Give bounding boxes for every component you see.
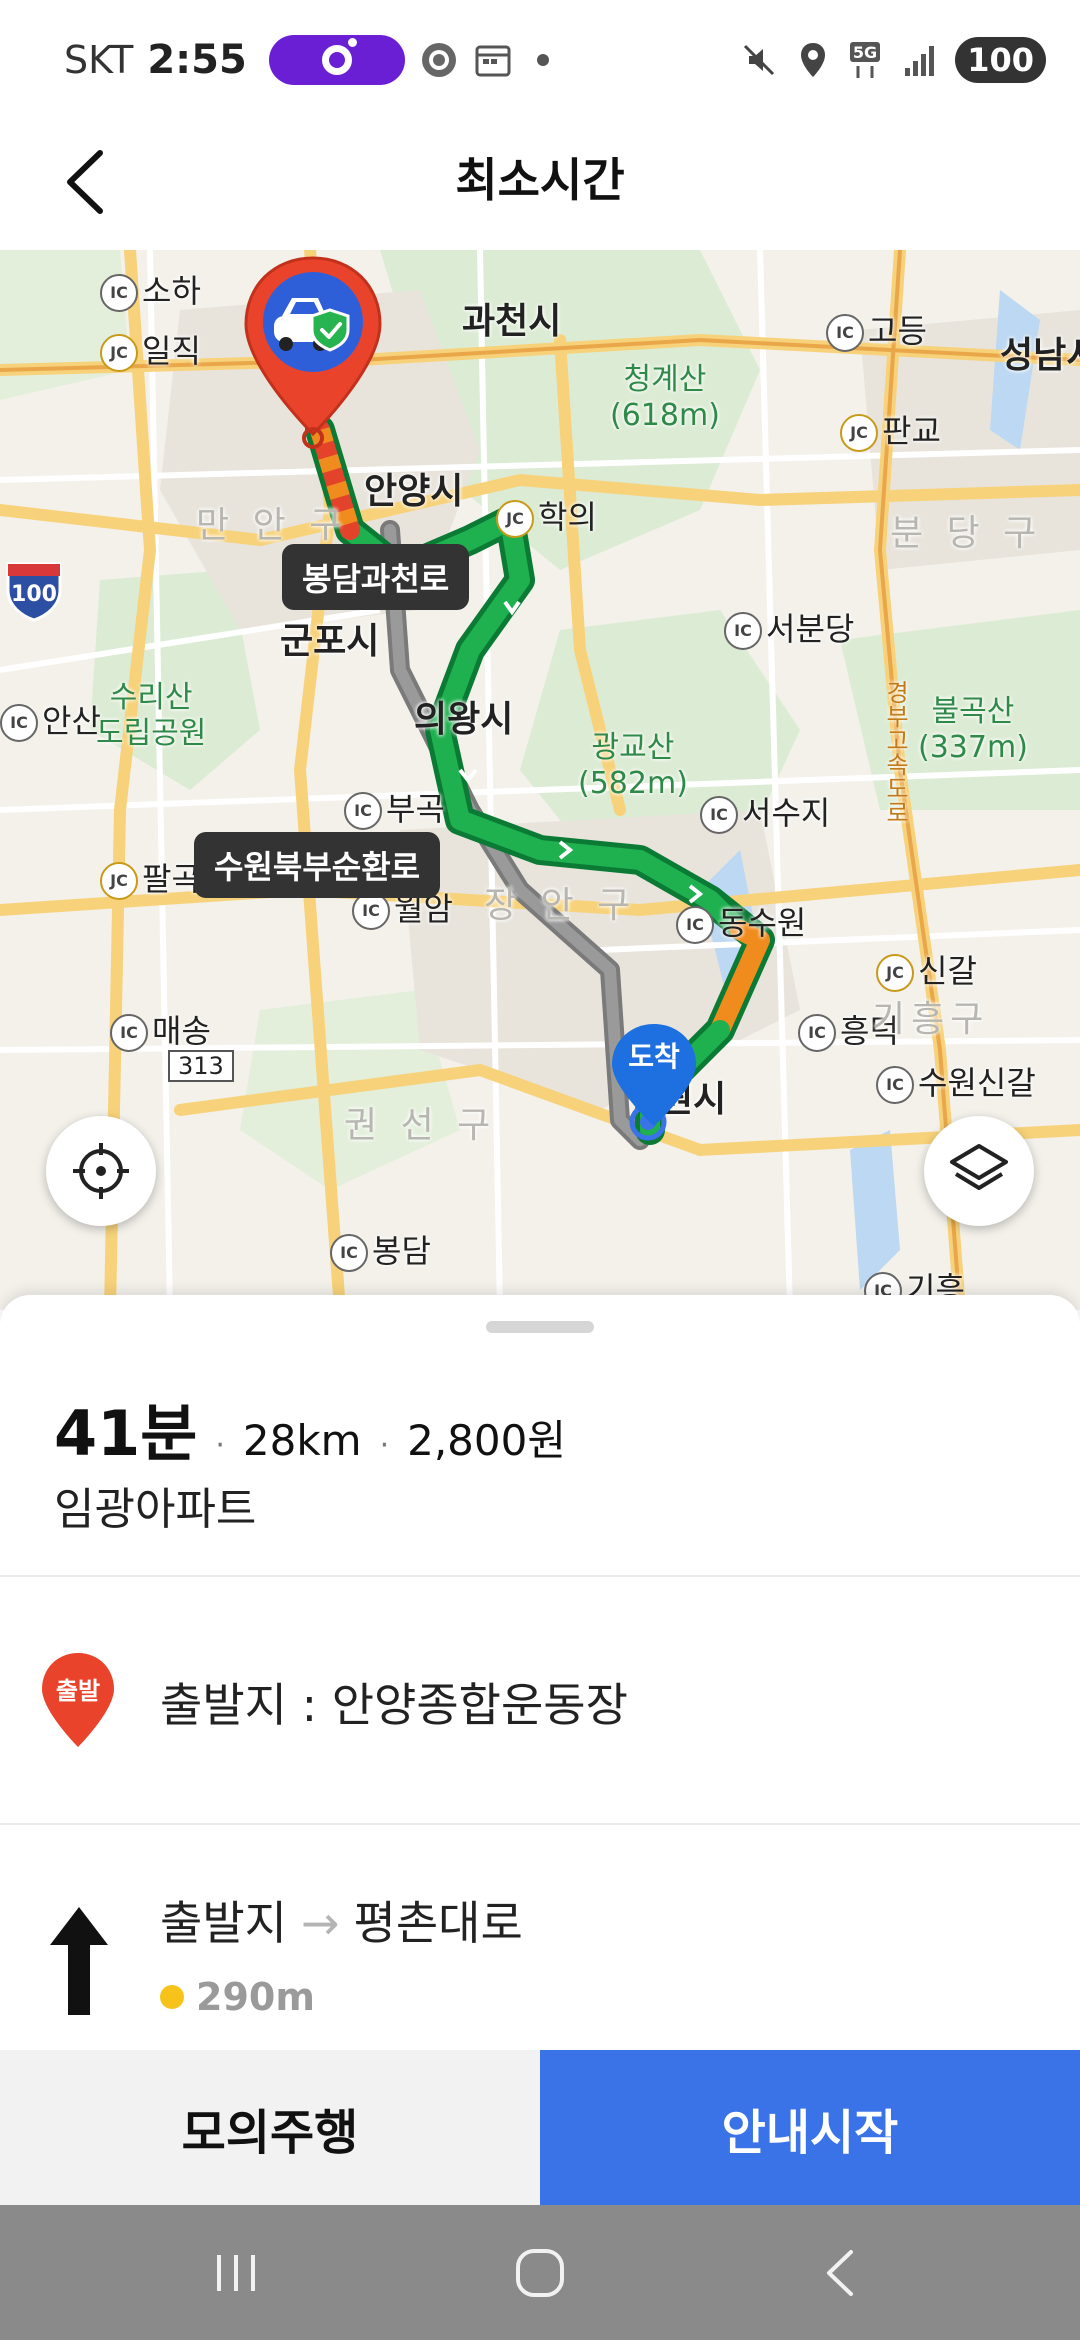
separator-dot: · (379, 1428, 390, 1463)
arrow-up-icon (50, 1907, 108, 2015)
highway-shield-icon: 100 (4, 560, 64, 622)
system-nav-bar (0, 2205, 1080, 2340)
origin-row[interactable]: 출발 출발지 : 안양종합운동장 (0, 1577, 1080, 1823)
map-ic-bongdam: IC 봉담 (330, 1226, 431, 1272)
arrival-badge: 도착 (628, 1040, 680, 1073)
app-header: 최소시간 (0, 118, 1080, 250)
map-district-jangan: 장 안 구 (484, 885, 637, 926)
step-distance: 290m (160, 1975, 315, 2019)
clock: 2:55 (147, 37, 247, 83)
map-ic-seobundang: IC 서분당 (724, 604, 854, 650)
notification-dot-icon (536, 54, 549, 66)
map-ic-dongsuwon: IC 동수원 (676, 898, 806, 944)
map-label-uiwang: 의왕시 (414, 699, 514, 740)
map-ic-maesong: IC 매송 (110, 1006, 211, 1052)
step-from: 출발지 (160, 1896, 287, 1950)
calendar-icon (473, 40, 513, 80)
destination-name: 임광아파트 (54, 1484, 257, 1535)
home-button[interactable] (500, 2235, 580, 2311)
current-location-button[interactable] (46, 1116, 156, 1226)
origin-label: 출발지 : 안양종합운동장 (160, 1678, 628, 1732)
app-activity-icon (268, 35, 405, 85)
map-district-manan: 만 안 구 (196, 505, 349, 546)
page-title: 최소시간 (455, 153, 625, 207)
map-label-expressway: 경부고속도로 (881, 680, 909, 824)
map-label-gwacheon: 과천시 (462, 301, 562, 342)
map-park-surisan: 수리산 도립공원 (96, 680, 207, 751)
recents-button[interactable] (196, 2235, 276, 2311)
battery-indicator: 100 (955, 37, 1046, 83)
map-ic-soha: IC 소하 (100, 266, 201, 312)
start-guidance-button[interactable]: 안내시작 (540, 2050, 1080, 2205)
map-jc-palgok: JC 팔곡 (100, 854, 201, 900)
system-back-button[interactable] (800, 2235, 880, 2311)
separator-dot: · (215, 1428, 225, 1463)
map-district-bundang: 분 당 구 (890, 513, 1043, 554)
svg-text:5G: 5G (853, 43, 877, 62)
map-mountain-cheonggye: 청계산 (618m) (610, 362, 720, 433)
map-layers-button[interactable] (924, 1116, 1034, 1226)
road-tag-suwon-north-ring: 수원북부순환로 (194, 832, 441, 898)
map-jc-pangyo: JC 판교 (840, 406, 941, 452)
map-ic-godeung: IC 고등 (826, 306, 927, 352)
crosshair-icon (73, 1143, 129, 1199)
route-info-sheet[interactable]: 41분 · 28km · 2,800원 임광아파트 출발 출발지 : 안양종합운… (0, 1295, 1080, 2055)
back-chevron-icon (827, 2250, 853, 2296)
map-ic-suwonsingal: IC 수원신갈 (876, 1058, 1036, 1104)
traffic-dot-icon (160, 1985, 184, 2009)
network-5g-icon: 5G (847, 40, 887, 80)
carrier-label: SKT (64, 38, 134, 82)
direction-step-row[interactable]: 출발지 → 평촌대로 290m (0, 1825, 1080, 2055)
route-map[interactable]: 과천시 안양시 군포시 의왕시 원시 성남시 IC소하 JC일직 JC학의 IC… (0, 250, 1080, 1310)
car-shield-icon (244, 256, 382, 449)
map-ic-ansan: IC 안산 (0, 696, 101, 742)
origin-badge: 출발 (55, 1677, 101, 1705)
recents-icon (217, 2255, 255, 2291)
simulate-drive-button[interactable]: 모의주행 (0, 2050, 540, 2205)
signal-icon (901, 40, 941, 80)
map-jc-ilsik: JC 일직 (100, 326, 201, 372)
map-label-seongnam: 성남시 (1000, 335, 1080, 376)
map-label-gunpo: 군포시 (280, 621, 380, 662)
location-icon (793, 40, 833, 80)
arrow-right-icon: → (300, 1896, 340, 1950)
map-district-gwonseon: 권 선 구 (344, 1105, 497, 1146)
map-mountain-bulgok: 불곡산 (337m) (918, 694, 1028, 765)
map-jc-singal: JC 신갈 (876, 946, 977, 992)
road-tag-bongdam-gwacheon: 봉담과천로 (282, 544, 470, 610)
origin-car-pin[interactable] (238, 254, 388, 450)
step-to: 평촌대로 (353, 1896, 523, 1950)
mute-icon (739, 40, 779, 80)
road-313-sign: 313 (168, 1050, 234, 1082)
sheet-drag-handle[interactable] (486, 1321, 594, 1333)
map-ic-seosuji: IC 서수지 (700, 788, 830, 834)
layers-icon (950, 1144, 1008, 1190)
route-toll: 2,800원 (407, 1416, 566, 1465)
starbucks-icon (419, 40, 459, 80)
map-mountain-gwanggyo: 광교산 (582m) (578, 730, 688, 801)
map-jc-hakui: JC 학의 (496, 492, 597, 538)
route-time: 41분 (54, 1397, 198, 1470)
map-ic-bugok: IC 부곡 (344, 784, 445, 830)
action-bar: 모의주행 안내시작 (0, 2050, 1080, 2205)
status-bar: SKT 2:55 5G 100 (0, 0, 1080, 118)
home-icon (516, 2249, 564, 2297)
highway-number: 100 (11, 582, 57, 607)
step-description: 출발지 → 평촌대로 (160, 1887, 523, 1953)
map-district-giheung: 기흥구 (872, 999, 990, 1040)
route-distance: 28km (242, 1416, 362, 1465)
map-label-anyang: 안양시 (364, 471, 464, 512)
route-summary: 41분 · 28km · 2,800원 (54, 1383, 566, 1473)
